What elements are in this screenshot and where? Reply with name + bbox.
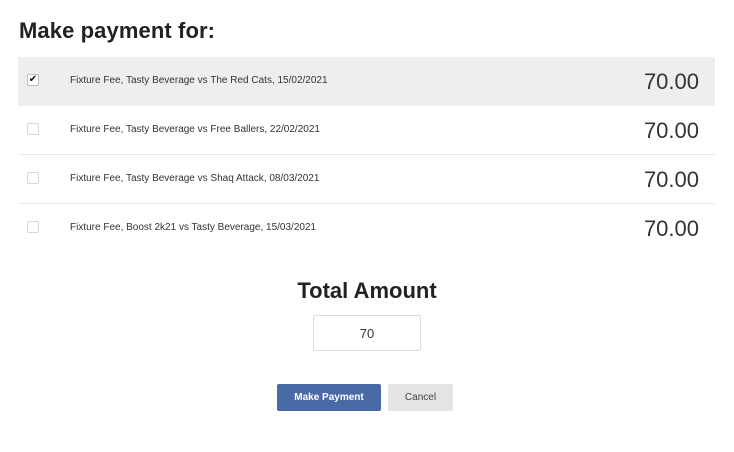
fee-checkbox[interactable]: ✔ bbox=[27, 74, 39, 86]
fee-description: Fixture Fee, Tasty Beverage vs The Red C… bbox=[70, 75, 328, 86]
make-payment-button[interactable]: Make Payment bbox=[277, 384, 381, 411]
cancel-button[interactable]: Cancel bbox=[388, 384, 453, 411]
total-amount-label: Total Amount bbox=[297, 278, 437, 303]
total-amount-input[interactable] bbox=[313, 315, 421, 351]
fee-description: Fixture Fee, Boost 2k21 vs Tasty Beverag… bbox=[70, 222, 317, 233]
fee-amount: 70.00 bbox=[643, 216, 699, 241]
fee-checkbox[interactable] bbox=[27, 172, 39, 184]
fee-checkbox[interactable] bbox=[27, 221, 39, 233]
fee-description: Fixture Fee, Tasty Beverage vs Free Ball… bbox=[70, 124, 320, 135]
fee-description: Fixture Fee, Tasty Beverage vs Shaq Atta… bbox=[70, 173, 320, 184]
fee-row[interactable]: Fixture Fee, Boost 2k21 vs Tasty Beverag… bbox=[18, 204, 715, 253]
checkmark-icon: ✔ bbox=[28, 74, 38, 85]
fee-amount: 70.00 bbox=[643, 167, 699, 192]
fee-row[interactable]: ✔ Fixture Fee, Tasty Beverage vs The Red… bbox=[18, 57, 715, 106]
fee-row[interactable]: Fixture Fee, Tasty Beverage vs Free Ball… bbox=[18, 106, 715, 155]
page-title: Make payment for: bbox=[19, 18, 216, 43]
fee-checkbox[interactable] bbox=[27, 123, 39, 135]
fee-row[interactable]: Fixture Fee, Tasty Beverage vs Shaq Atta… bbox=[18, 155, 715, 204]
fee-list: ✔ Fixture Fee, Tasty Beverage vs The Red… bbox=[18, 57, 715, 253]
fee-amount: 70.00 bbox=[643, 118, 699, 143]
fee-amount: 70.00 bbox=[643, 69, 699, 94]
